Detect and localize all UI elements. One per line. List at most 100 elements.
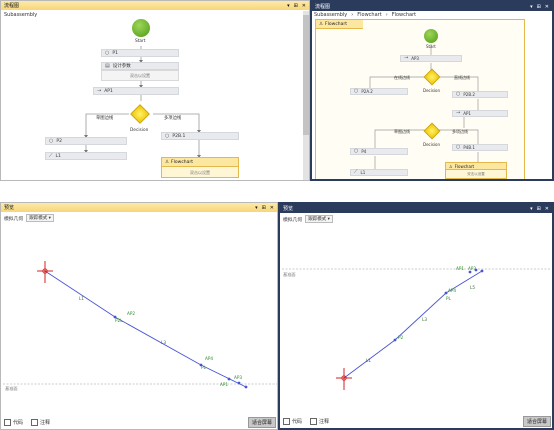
checkbox-label: 代码 [13, 420, 24, 426]
scroll-thumb[interactable] [303, 15, 309, 135]
start-label: Start [135, 39, 146, 44]
activity-p2b[interactable]: ○ P2B.1 [161, 132, 239, 140]
label-l3: L3 [422, 317, 427, 322]
activity-l1[interactable]: ⟋ L1 [45, 152, 127, 160]
activity-label: P2 [56, 138, 62, 144]
circle-icon: ○ [456, 144, 461, 150]
checkbox-label: 注释 [319, 419, 330, 425]
branch-label-right: 多项边线 [452, 129, 468, 134]
activity-p2a2[interactable]: ○ P2A.2 [350, 88, 408, 95]
branch-label-right: 多项边线 [164, 116, 182, 121]
label-p2: P2 [398, 335, 404, 340]
start-node-icon[interactable] [132, 19, 150, 37]
fit-screen-button[interactable]: 适合屏幕 [523, 416, 552, 427]
label-p2: P2L [115, 318, 123, 323]
decision-label: Decision [423, 142, 441, 147]
activity-label: AP1 [463, 111, 471, 116]
checkbox-box[interactable] [31, 419, 39, 426]
label-ap1: AP1 [220, 382, 228, 387]
nested-flowchart[interactable]: ♙ Flowchart 双击以设置 [445, 162, 507, 179]
ref-plane-label: 基准面 [283, 271, 296, 278]
activity-label: 设计参数 [112, 64, 131, 69]
circle-icon: ○ [354, 88, 359, 94]
label-l1: L1 [366, 358, 371, 363]
activity-ap1[interactable]: → AP1 [93, 87, 179, 95]
preview-canvas: 基准面 L1 L3 AP2 P2L AP4 PL AP1 AP3 [3, 261, 277, 392]
label-ap4: AP4 [448, 288, 456, 293]
activity-label: AP3 [411, 56, 419, 61]
circle-icon: ○ [456, 91, 461, 97]
start-label: Start [426, 44, 436, 49]
checkbox-box[interactable] [283, 418, 290, 425]
label-ap2: AP2 [127, 311, 135, 316]
document-icon: ▤ [105, 62, 110, 69]
activity-ap3[interactable]: → AP3 [400, 55, 462, 62]
flowchart-panel-left: 流程图 ▾ ⊞ ✕ Subassembly Start ○ P1 ▤ 设计参数 双击以设… [0, 0, 310, 181]
branch-label-left: 草图边线 [96, 116, 114, 121]
label-ap4: AP4 [205, 356, 213, 361]
branch-label-left: 在线边线 [394, 75, 410, 80]
label-ap3: AP3 [234, 375, 242, 380]
start-node-icon[interactable] [424, 29, 438, 43]
label-l3: L3 [161, 340, 166, 345]
activity-p1[interactable]: ○ P1 [101, 49, 179, 57]
arrow-icon: → [404, 55, 409, 61]
preview-panel-right: 预览 ▾ ⊞ ✕ 模拟几何 跟踪模式 ▾ 基准面 L1 L3 L5 AP1 AP3 … [278, 202, 554, 430]
activity-label: P1 [112, 50, 118, 56]
flowchart-icon: ♙ [165, 159, 170, 165]
activity-label: P4B.1 [463, 145, 475, 150]
line-icon: ⟋ [354, 169, 358, 175]
arrow-icon: → [97, 87, 102, 94]
code-checkbox[interactable]: 代码 [4, 419, 23, 426]
line-icon: ⟋ [49, 152, 53, 159]
decision-label: Decision [423, 88, 441, 93]
label-ap1: AP1 [456, 266, 464, 271]
fit-screen-button[interactable]: 适合屏幕 [248, 417, 277, 428]
flowchart-title: Flowchart [171, 159, 194, 165]
arrow-icon: → [456, 110, 461, 116]
flowchart-title: Flowchart [454, 163, 475, 169]
activity-placeholder[interactable]: 双击以设置 [101, 70, 179, 81]
activity-ap1[interactable]: → AP1 [452, 110, 508, 117]
activity-label: P2B.2 [463, 92, 475, 97]
circle-icon: ○ [165, 132, 170, 139]
circle-icon: ○ [49, 137, 54, 144]
code-checkbox[interactable]: 代码 [283, 418, 302, 425]
decision-label: Decision [130, 128, 149, 133]
activity-p4b1[interactable]: ○ P4B.1 [452, 144, 508, 151]
activity-p2b2[interactable]: ○ P2B.2 [452, 91, 508, 98]
activity-add-variable[interactable]: ▤ 设计参数 [101, 62, 179, 70]
activity-p2[interactable]: ○ P2 [45, 137, 127, 145]
activity-label: AP1 [104, 88, 113, 94]
flowchart-icon: ♙ [449, 163, 453, 169]
preview-options: 代码 注释 [4, 419, 50, 426]
nested-flowchart[interactable]: ♙ Flowchart 双击以设置 [161, 157, 239, 178]
checkbox-label: 代码 [292, 419, 303, 425]
ref-plane-label: 基准面 [5, 385, 18, 392]
flowchart-body: 双击以设置 [190, 170, 210, 175]
preview-panel-left: 预览 ▾ ⊞ ✕ 模拟几何 跟踪模式 ▾ 基准面 L1 L3 AP2 P2L AP4… [0, 202, 278, 430]
label-l1: L1 [79, 296, 84, 301]
note-checkbox[interactable]: 注释 [310, 418, 329, 425]
checkbox-box[interactable] [4, 419, 11, 426]
preview-canvas: 基准面 L1 L3 L5 AP1 AP3 AP4 P2 PL [282, 266, 550, 390]
vertical-scrollbar[interactable] [303, 11, 309, 180]
branch-label-right: 直线边线 [454, 75, 470, 80]
activity-label: L1 [55, 153, 61, 159]
label-pl: PL [446, 296, 452, 301]
circle-icon: ○ [105, 49, 110, 56]
checkbox-label: 注释 [40, 420, 51, 426]
activity-label: P4 [361, 149, 367, 154]
circle-icon: ○ [354, 148, 359, 154]
activity-label: P2A.2 [361, 89, 373, 94]
flowchart-panel-right: 流程图 ▾ ⊞ ✕ Subassembly › Flowchart › Flowchar… [310, 0, 554, 181]
checkbox-box[interactable] [310, 418, 318, 425]
note-checkbox[interactable]: 注释 [31, 419, 50, 426]
activity-label: L1 [360, 170, 366, 175]
activity-label: P2B.1 [172, 133, 186, 139]
label-ap3: AP3 [468, 266, 476, 271]
preview-options: 代码 注释 [283, 418, 329, 425]
activity-p4[interactable]: ○ P4 [350, 148, 408, 155]
activity-l1[interactable]: ⟋ L1 [350, 169, 408, 176]
label-pl: PL [201, 365, 207, 370]
